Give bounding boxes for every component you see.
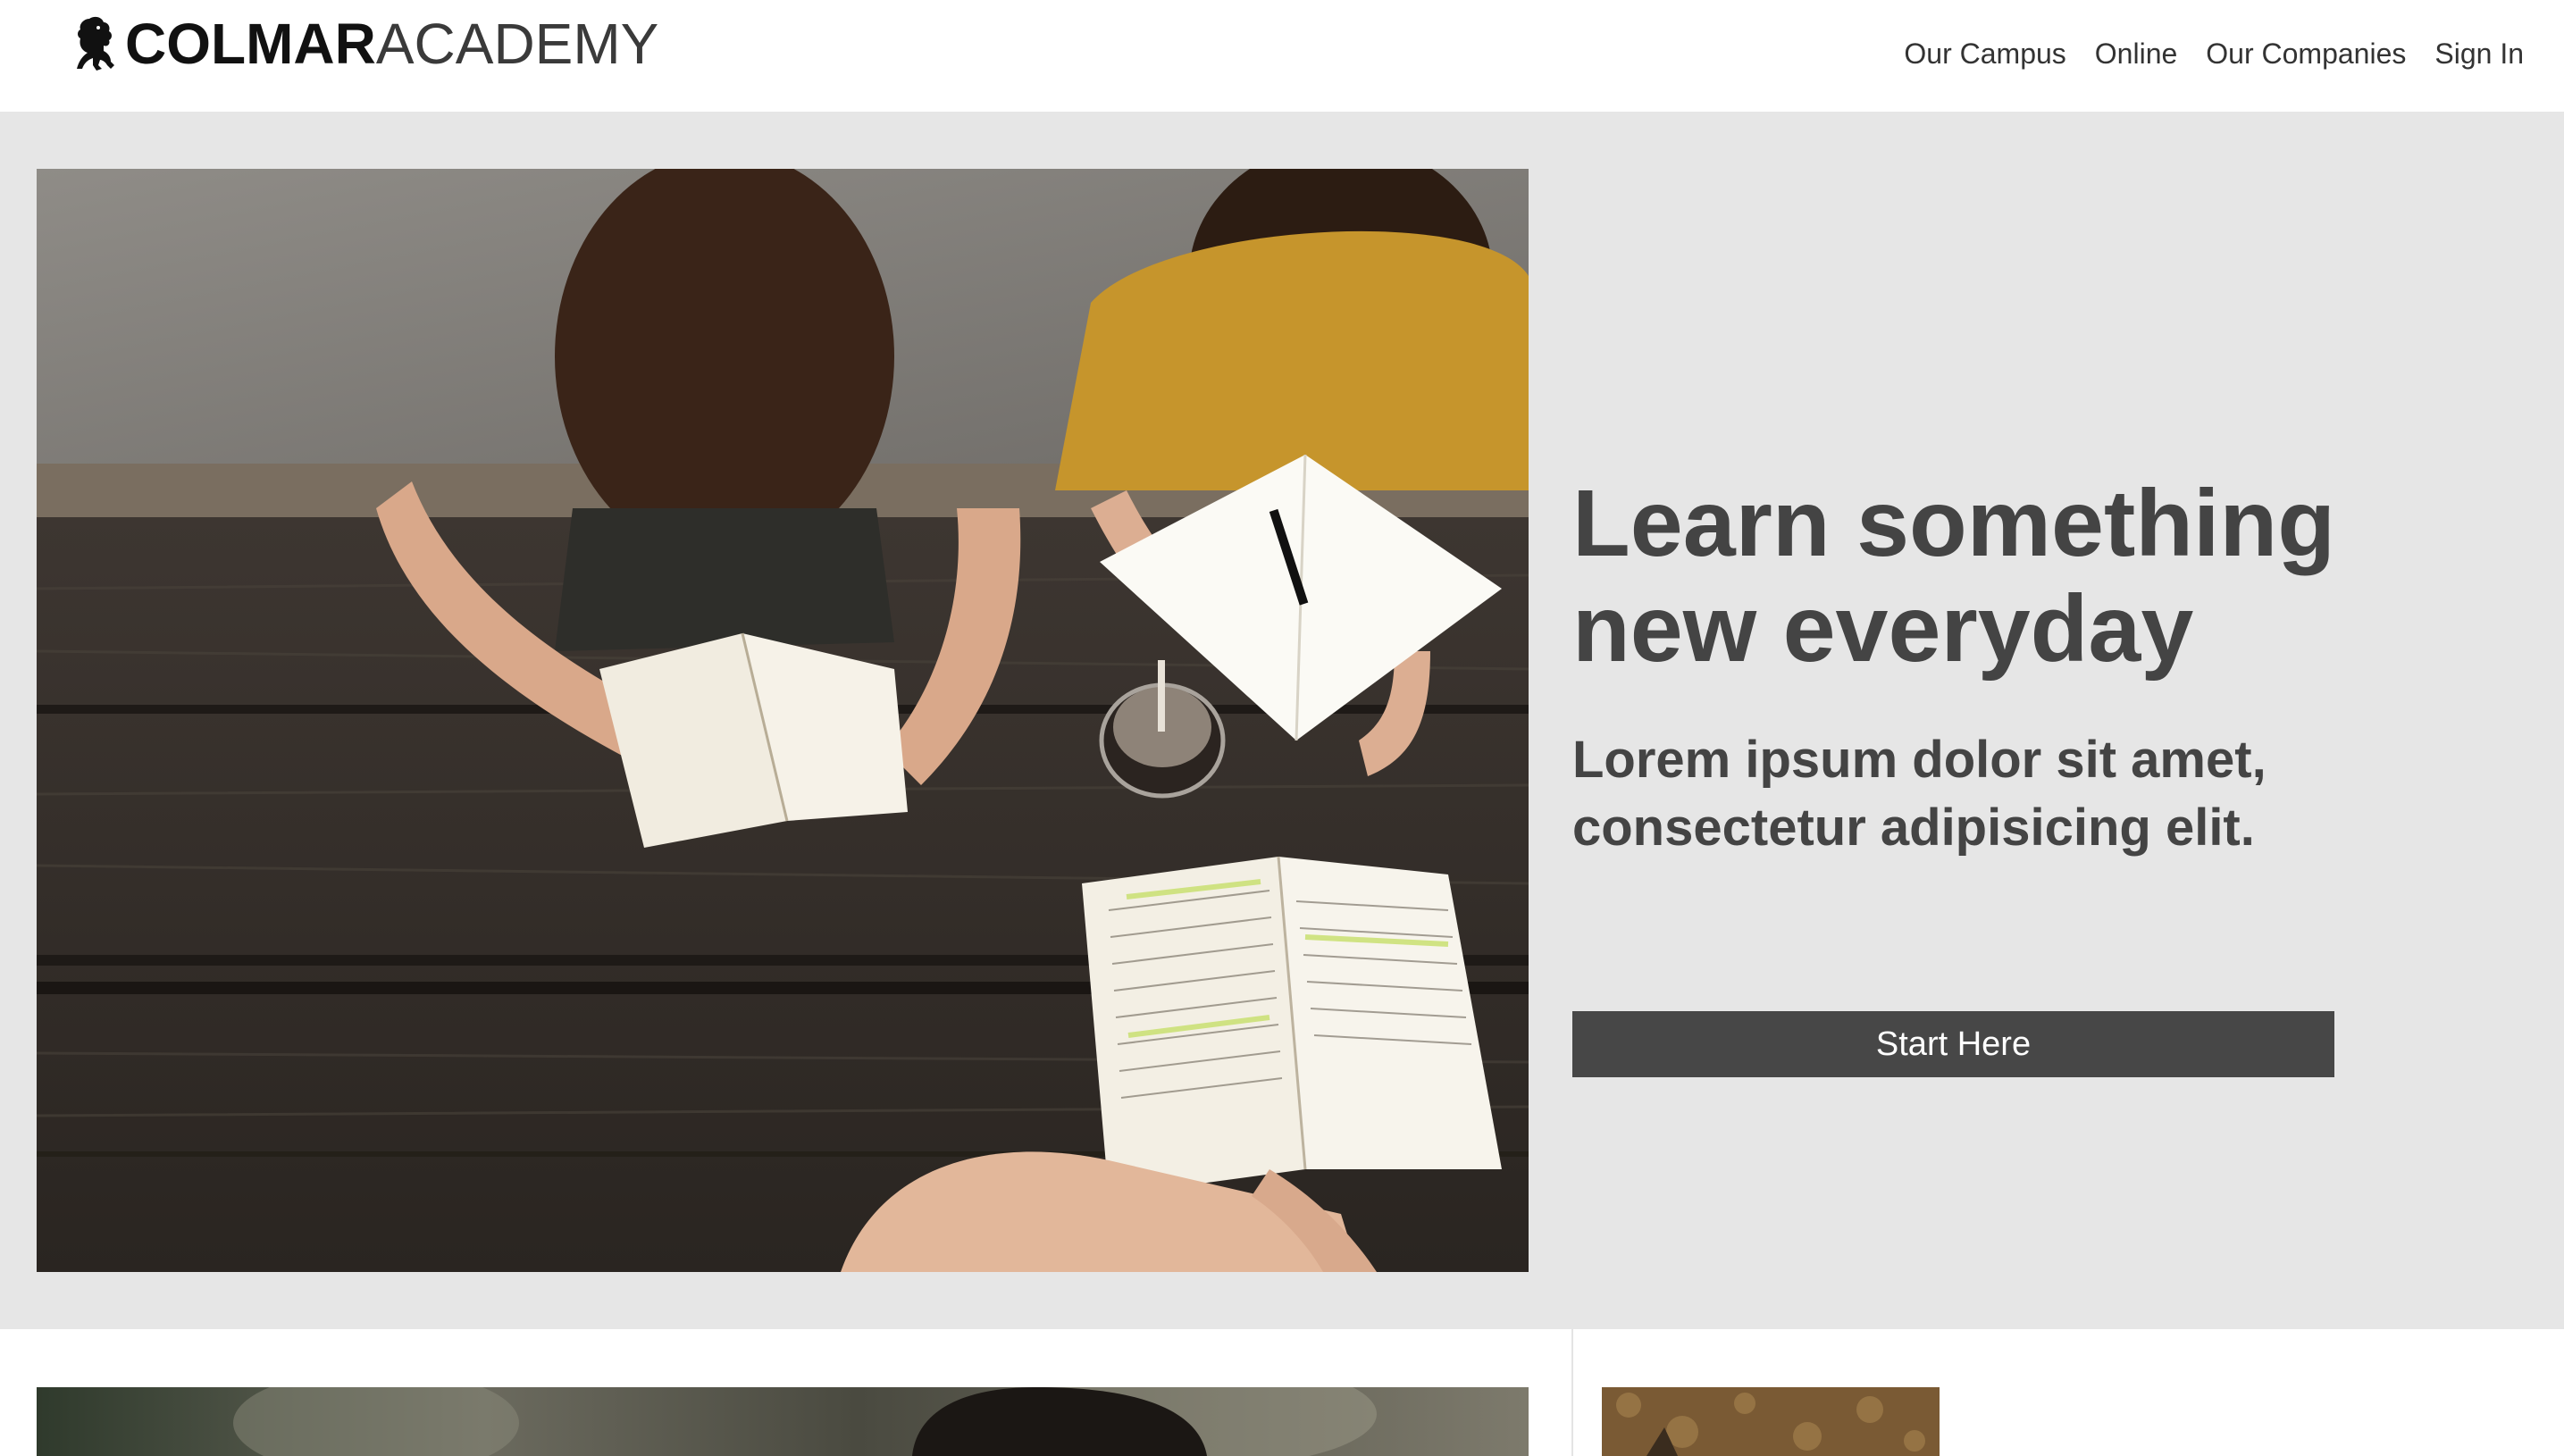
hero-section: Learn something new everyday Lorem ipsum… — [0, 112, 2564, 1329]
feature-image-student-illustration — [37, 1387, 1529, 1456]
nav-online[interactable]: Online — [2095, 34, 2178, 73]
brand-name: COLMARACADEMY — [125, 13, 658, 75]
nav-sign-in[interactable]: Sign In — [2434, 34, 2524, 73]
feature-image-student — [37, 1387, 1529, 1456]
nav-our-companies[interactable]: Our Companies — [2206, 34, 2406, 73]
site-header: COLMARACADEMY Our Campus Online Our Comp… — [0, 0, 2564, 112]
hero-title: Learn something new everyday — [1572, 471, 2466, 682]
brand-name-bold: COLMAR — [125, 12, 376, 76]
hero-image-students-studying — [37, 169, 1529, 1272]
hero-subtitle-line-2: consectetur adipisicing elit. — [1572, 799, 2255, 857]
brand-name-light: ACADEMY — [375, 12, 659, 76]
hero-title-line-2: new everyday — [1572, 576, 2194, 682]
hero-copy: Learn something new everyday Lorem ipsum… — [1572, 471, 2466, 1077]
nav-our-campus[interactable]: Our Campus — [1904, 34, 2065, 73]
hero-subtitle-line-1: Lorem ipsum dolor sit amet, — [1572, 731, 2267, 789]
main-nav: Our Campus Online Our Companies Sign In — [1904, 34, 2524, 73]
feature-image-outdoor-illustration — [1602, 1387, 1940, 1456]
hero-title-line-1: Learn something — [1572, 471, 2336, 576]
feature-image-outdoor — [1602, 1387, 1940, 1456]
features-section — [0, 1329, 2564, 1456]
site-logo[interactable]: COLMARACADEMY — [71, 13, 658, 75]
hero-image-illustration — [37, 169, 1529, 1272]
hero-subtitle: Lorem ipsum dolor sit amet, consectetur … — [1572, 726, 2466, 862]
column-divider — [1571, 1329, 1573, 1456]
start-here-button[interactable]: Start Here — [1572, 1011, 2334, 1077]
lion-icon — [77, 16, 114, 71]
